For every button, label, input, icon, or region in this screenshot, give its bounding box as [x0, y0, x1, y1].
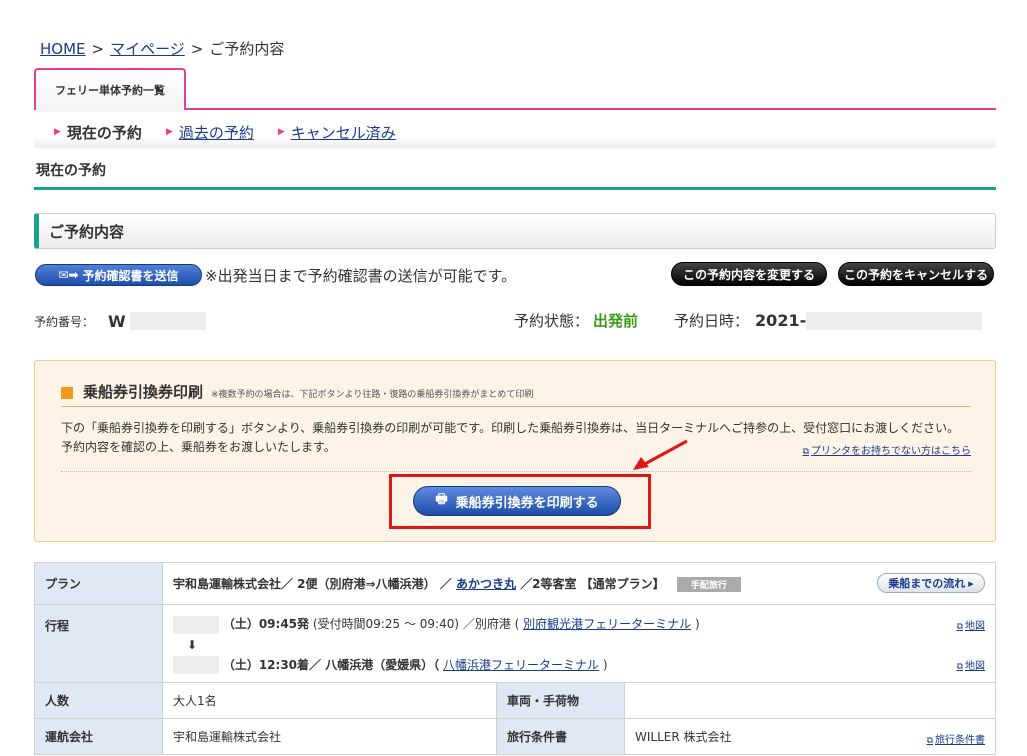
- redacted-mask: [129, 312, 206, 330]
- divider: [61, 471, 971, 472]
- print-desc-line1: 下の「乗船券引換券を印刷する」ボタンより、乗船券引換券の印刷が可能です。印刷した…: [61, 421, 960, 435]
- subnav-item-current[interactable]: ▶ 現在の予約: [54, 122, 142, 143]
- terms-link[interactable]: ⧉ 旅行条件書: [927, 731, 985, 746]
- no-printer-link[interactable]: ⧉ プリンタをお持ちでない方はこちら: [803, 442, 971, 457]
- boarding-flow-label: 乗船までの流れ: [888, 577, 966, 590]
- cancel-reservation-button[interactable]: この予約をキャンセルする: [838, 262, 994, 286]
- table-row: 人数 大人1名 車両・手荷物: [34, 682, 996, 719]
- people-value: 大人1名: [162, 682, 497, 719]
- arrival-terminal-link[interactable]: 八幡浜港フェリーターミナル: [443, 658, 599, 672]
- terms-link-label: 旅行条件書: [935, 735, 985, 746]
- content-header: ご予約内容: [34, 213, 996, 249]
- paren-close: ): [602, 657, 608, 672]
- departure-terminal-link[interactable]: 別府観光港フェリーターミナル: [523, 617, 691, 631]
- ship-link[interactable]: あかつき丸: [456, 577, 516, 591]
- map-link-label: 地図: [965, 621, 985, 632]
- arrival-time: （土）12:30着／ 八幡浜港（愛媛県）（: [222, 657, 440, 672]
- breadcrumb-home-link[interactable]: HOME: [40, 40, 86, 58]
- boarding-flow-button[interactable]: 乗船までの流れ ▸: [877, 573, 985, 593]
- external-window-icon: ⧉: [956, 622, 963, 632]
- plan-prefix: 宇和島運輸株式会社／ 2便（別府港⇒八幡浜港） ／: [173, 577, 452, 591]
- plan-suffix: ／2等客室 【通常プラン】: [520, 577, 665, 591]
- booking-number-label: 予約番号：: [34, 314, 95, 329]
- breadcrumb-separator: >: [190, 39, 204, 58]
- redacted-mask: [173, 656, 219, 674]
- subnav-item-cancelled[interactable]: ▶ キャンセル済み: [278, 122, 396, 143]
- booking-number: W: [108, 311, 126, 331]
- table-row: 運航会社 宇和島運輸株式会社 旅行条件書 WILLER 株式会社 ⧉ 旅行条件書: [34, 718, 996, 755]
- subnav-current-label: 現在の予約: [66, 123, 142, 142]
- route-header: 行程: [34, 604, 163, 683]
- operator-header: 運航会社: [34, 718, 163, 755]
- breadcrumb-separator: >: [91, 39, 105, 58]
- subnav-past-link[interactable]: 過去の予約: [179, 122, 254, 143]
- tab-bar: フェリー単体予約一覧: [34, 68, 996, 112]
- departure-time: （土）09:45発: [222, 617, 310, 631]
- operator-value: 宇和島運輸株式会社: [162, 718, 497, 755]
- external-window-icon: ⧉: [802, 447, 809, 457]
- terms-value: WILLER 株式会社: [635, 730, 732, 744]
- booking-info: 予約番号： W 予約状態： 出発前 予約日時： 2021-: [34, 310, 996, 332]
- arrival-line: （土）12:30着／ 八幡浜港（愛媛県）（ 八幡浜港フェリーターミナル ): [173, 656, 985, 674]
- plan-tag-badge: 手配旅行: [676, 577, 741, 592]
- no-printer-link-label: プリンタをお持ちでない方はこちら: [811, 446, 971, 457]
- print-voucher-panel: 乗船券引換券印刷 ※複数予約の場合は、下記ボタンより往路・復路の乗船券引換券がま…: [34, 360, 996, 542]
- breadcrumb: HOME > マイページ > ご予約内容: [40, 38, 284, 59]
- redacted-mask: [173, 615, 219, 634]
- send-confirmation-label: 予約確認書を送信: [82, 268, 179, 283]
- reservation-subnav: ▶ 現在の予約 ▶ 過去の予約 ▶ キャンセル済み: [34, 116, 996, 148]
- chevron-right-icon: ▸: [968, 576, 974, 590]
- send-note: ※出発当日まで予約確認書の送信が可能です。: [205, 267, 517, 285]
- print-note: ※複数予約の場合は、下記ボタンより往路・復路の乗船券引換券がまとめて印刷: [211, 390, 534, 400]
- people-header: 人数: [34, 682, 163, 719]
- triangle-right-icon: ▶: [54, 127, 61, 137]
- plan-header: プラン: [34, 562, 163, 605]
- vehicle-header: 車両・手荷物: [496, 682, 625, 719]
- red-arrow-icon: [633, 439, 688, 470]
- print-voucher-label: 乗船券引換券を印刷する: [455, 495, 599, 511]
- vehicle-value: [624, 682, 996, 719]
- reservation-detail-table: プラン 宇和島運輸株式会社／ 2便（別府港⇒八幡浜港） ／ あかつき丸 ／2等客…: [34, 562, 996, 755]
- map-link-label: 地図: [965, 661, 985, 672]
- route-cell: （土）09:45発 (受付時間09:25 ～ 09:40) ／別府港 ( 別府観…: [162, 604, 996, 683]
- external-window-icon: ⧉: [956, 662, 963, 672]
- departure-detail: (受付時間09:25 ～ 09:40) ／別府港 (: [312, 617, 520, 631]
- terms-header: 旅行条件書: [496, 718, 625, 755]
- subnav-cancelled-link[interactable]: キャンセル済み: [291, 122, 396, 143]
- breadcrumb-current: ご予約内容: [209, 40, 285, 58]
- plan-cell: 宇和島運輸株式会社／ 2便（別府港⇒八幡浜港） ／ あかつき丸 ／2等客室 【通…: [162, 562, 996, 605]
- tab-label: フェリー単体予約一覧: [55, 84, 165, 97]
- triangle-right-icon: ▶: [277, 127, 285, 137]
- print-voucher-button[interactable]: 🖶 乗船券引換券を印刷する: [413, 486, 621, 516]
- print-title-row: 乗船券引換券印刷 ※複数予約の場合は、下記ボタンより往路・復路の乗船券引換券がま…: [61, 383, 971, 407]
- mail-arrow-icon: ✉➡: [58, 268, 79, 282]
- departure-line: （土）09:45発 (受付時間09:25 ～ 09:40) ／別府港 ( 別府観…: [173, 615, 985, 634]
- booking-date: 2021-: [755, 311, 807, 330]
- arrival-map-link[interactable]: ⧉ 地図: [957, 657, 985, 672]
- arrow-down-icon: ⬇: [187, 637, 198, 652]
- booking-date-label: 予約日時：: [674, 312, 750, 330]
- orange-square-icon: [61, 387, 73, 399]
- table-row: 行程 （土）09:45発 (受付時間09:25 ～ 09:40) ／別府港 ( …: [34, 604, 996, 683]
- printer-icon: 🖶: [435, 492, 448, 507]
- send-confirmation-button[interactable]: ✉➡ 予約確認書を送信: [35, 264, 202, 286]
- redacted-mask: [806, 311, 983, 330]
- status-group: 予約状態： 出発前 予約日時： 2021-: [514, 310, 983, 331]
- breadcrumb-mypage-link[interactable]: マイページ: [110, 38, 185, 59]
- print-button-highlight: 🖶 乗船券引換券を印刷する: [389, 474, 651, 529]
- subnav-item-past[interactable]: ▶ 過去の予約: [166, 122, 254, 143]
- paren-close: ): [695, 617, 700, 631]
- section-title: 現在の予約: [34, 160, 996, 190]
- departure-map-link[interactable]: ⧉ 地図: [957, 617, 985, 632]
- status-badge: 出発前: [593, 312, 639, 330]
- table-row: プラン 宇和島運輸株式会社／ 2便（別府港⇒八幡浜港） ／ あかつき丸 ／2等客…: [34, 562, 996, 605]
- change-reservation-button[interactable]: この予約内容を変更する: [671, 262, 827, 286]
- external-window-icon: ⧉: [926, 736, 933, 746]
- terms-cell: WILLER 株式会社 ⧉ 旅行条件書: [624, 718, 996, 755]
- print-title: 乗船券引換券印刷: [83, 383, 204, 401]
- triangle-right-icon: ▶: [165, 127, 173, 137]
- status-label: 予約状態：: [514, 312, 590, 330]
- tab-ferry-reservations[interactable]: フェリー単体予約一覧: [34, 68, 186, 112]
